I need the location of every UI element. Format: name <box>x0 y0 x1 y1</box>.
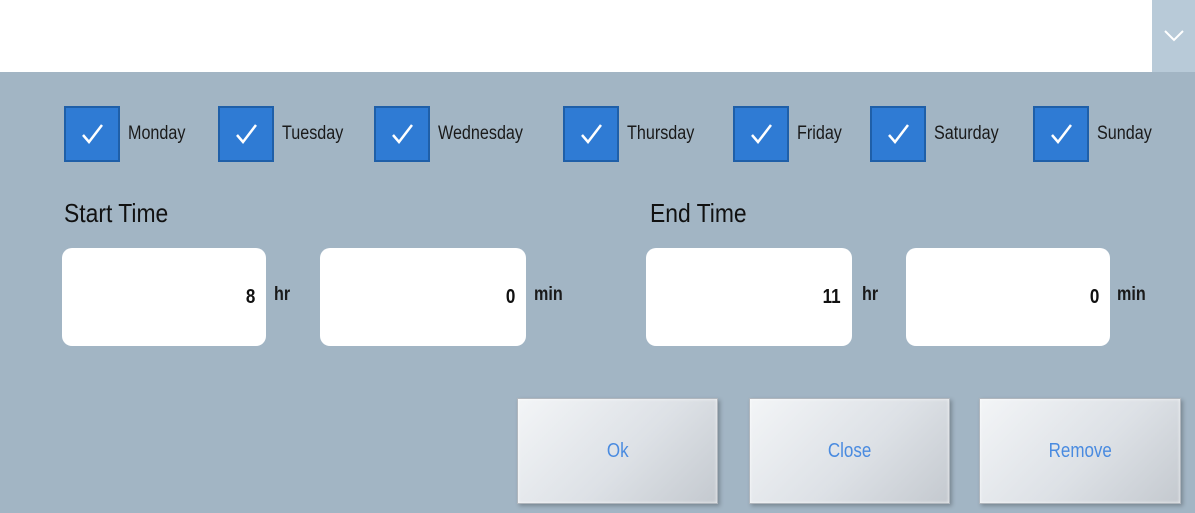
start-hours-value: 8 <box>245 285 256 308</box>
checkmark-icon <box>581 124 602 144</box>
remove-button-label: Remove <box>1048 439 1112 462</box>
start-minutes-unit: min <box>534 284 563 305</box>
chevron-down-icon <box>1163 30 1184 42</box>
end-minutes-unit: min <box>1117 284 1146 305</box>
thursday-label: Thursday <box>627 123 695 144</box>
thursday-checkbox[interactable] <box>563 106 619 162</box>
checkmark-icon <box>888 124 909 144</box>
monday-checkbox[interactable] <box>64 106 120 162</box>
day-tuesday[interactable]: Tuesday <box>218 104 354 164</box>
ok-button[interactable]: Ok <box>517 398 718 504</box>
start-hours-unit: hr <box>274 284 291 305</box>
checkmark-icon <box>392 124 413 144</box>
end-minutes-input[interactable]: 0 <box>906 248 1110 346</box>
end-hours-unit: hr <box>862 284 879 305</box>
day-wednesday[interactable]: Wednesday <box>374 104 538 164</box>
checkmark-icon <box>82 124 103 144</box>
wednesday-checkbox[interactable] <box>374 106 430 162</box>
day-monday[interactable]: Monday <box>64 104 196 164</box>
day-friday[interactable]: Friday <box>733 104 850 164</box>
end-hours-value: 11 <box>822 285 841 308</box>
start-minutes-input[interactable]: 0 <box>320 248 526 346</box>
end-hours-input[interactable]: 11 <box>646 248 852 346</box>
day-sunday[interactable]: Sunday <box>1033 104 1161 164</box>
saturday-label: Saturday <box>934 123 999 144</box>
checkmark-icon <box>236 124 257 144</box>
start-hours-input[interactable]: 8 <box>62 248 266 346</box>
day-thursday[interactable]: Thursday <box>563 104 706 164</box>
checkmark-icon <box>751 124 772 144</box>
ok-button-label: Ok <box>606 439 629 462</box>
dropdown-toggle-button[interactable] <box>1152 0 1195 72</box>
monday-label: Monday <box>128 123 186 144</box>
checkmark-icon <box>1051 124 1072 144</box>
start-time-heading: Start Time <box>64 198 169 228</box>
saturday-checkbox[interactable] <box>870 106 926 162</box>
close-button-label: Close <box>827 439 872 462</box>
wednesday-label: Wednesday <box>438 123 523 144</box>
day-saturday[interactable]: Saturday <box>870 104 1010 164</box>
tuesday-label: Tuesday <box>282 123 344 144</box>
tuesday-checkbox[interactable] <box>218 106 274 162</box>
close-button[interactable]: Close <box>749 398 950 504</box>
start-minutes-value: 0 <box>505 285 516 308</box>
friday-label: Friday <box>797 123 842 144</box>
sunday-checkbox[interactable] <box>1033 106 1089 162</box>
remove-button[interactable]: Remove <box>979 398 1181 504</box>
end-time-heading: End Time <box>650 198 747 228</box>
friday-checkbox[interactable] <box>733 106 789 162</box>
days-of-week-row: Monday Tuesday Wednesday Thursday Friday… <box>0 104 1195 164</box>
end-minutes-value: 0 <box>1089 285 1100 308</box>
sunday-label: Sunday <box>1097 123 1152 144</box>
schedule-dropdown[interactable] <box>0 0 1195 72</box>
